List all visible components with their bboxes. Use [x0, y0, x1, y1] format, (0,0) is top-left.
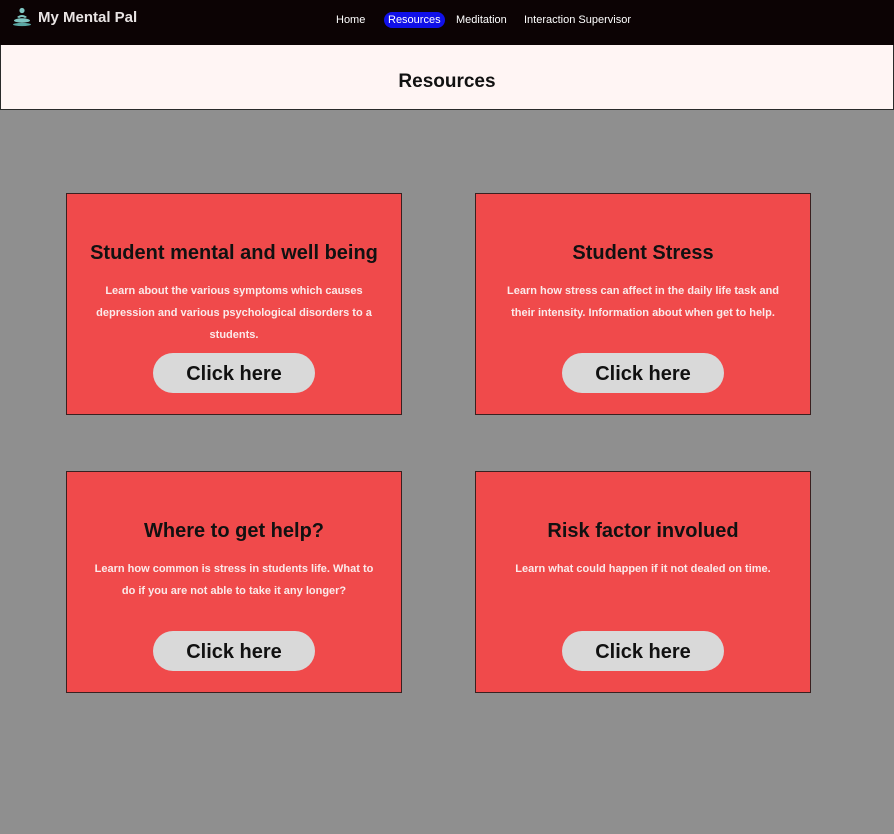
- click-here-button[interactable]: Click here: [153, 353, 315, 393]
- nav-item-home[interactable]: Home: [336, 12, 365, 28]
- card-description: Learn how stress can affect in the daily…: [506, 285, 780, 319]
- click-here-button[interactable]: Click here: [562, 631, 724, 671]
- resource-card-student-stress: Student Stress Learn how stress can affe…: [475, 193, 811, 415]
- nav-item-interaction-supervisor[interactable]: Interaction Supervisor: [524, 12, 631, 28]
- page-header: Resources: [0, 45, 894, 110]
- resource-card-where-to-get-help: Where to get help? Learn how common is s…: [66, 471, 402, 693]
- card-description: Learn how common is stress in students l…: [94, 563, 374, 597]
- top-navbar: My Mental Pal Home Resources Meditation …: [0, 0, 894, 45]
- nav-item-meditation[interactable]: Meditation: [456, 12, 507, 28]
- nav-menu: Home Resources Meditation Interaction Su…: [0, 12, 894, 30]
- resource-card-mental-well-being: Student mental and well being Learn abou…: [66, 193, 402, 415]
- click-here-button[interactable]: Click here: [153, 631, 315, 671]
- resource-card-risk-factor: Risk factor involued Learn what could ha…: [475, 471, 811, 693]
- card-title: Student mental and well being: [90, 242, 378, 264]
- card-title: Risk factor involued: [547, 520, 739, 542]
- card-description: Learn about the various symptoms which c…: [96, 285, 372, 341]
- card-description: Learn what could happen if it not dealed…: [515, 563, 771, 575]
- click-here-button[interactable]: Click here: [562, 353, 724, 393]
- card-title: Where to get help?: [144, 520, 324, 542]
- nav-item-resources[interactable]: Resources: [384, 12, 445, 28]
- page-title: Resources: [398, 71, 496, 92]
- card-title: Student Stress: [572, 242, 714, 264]
